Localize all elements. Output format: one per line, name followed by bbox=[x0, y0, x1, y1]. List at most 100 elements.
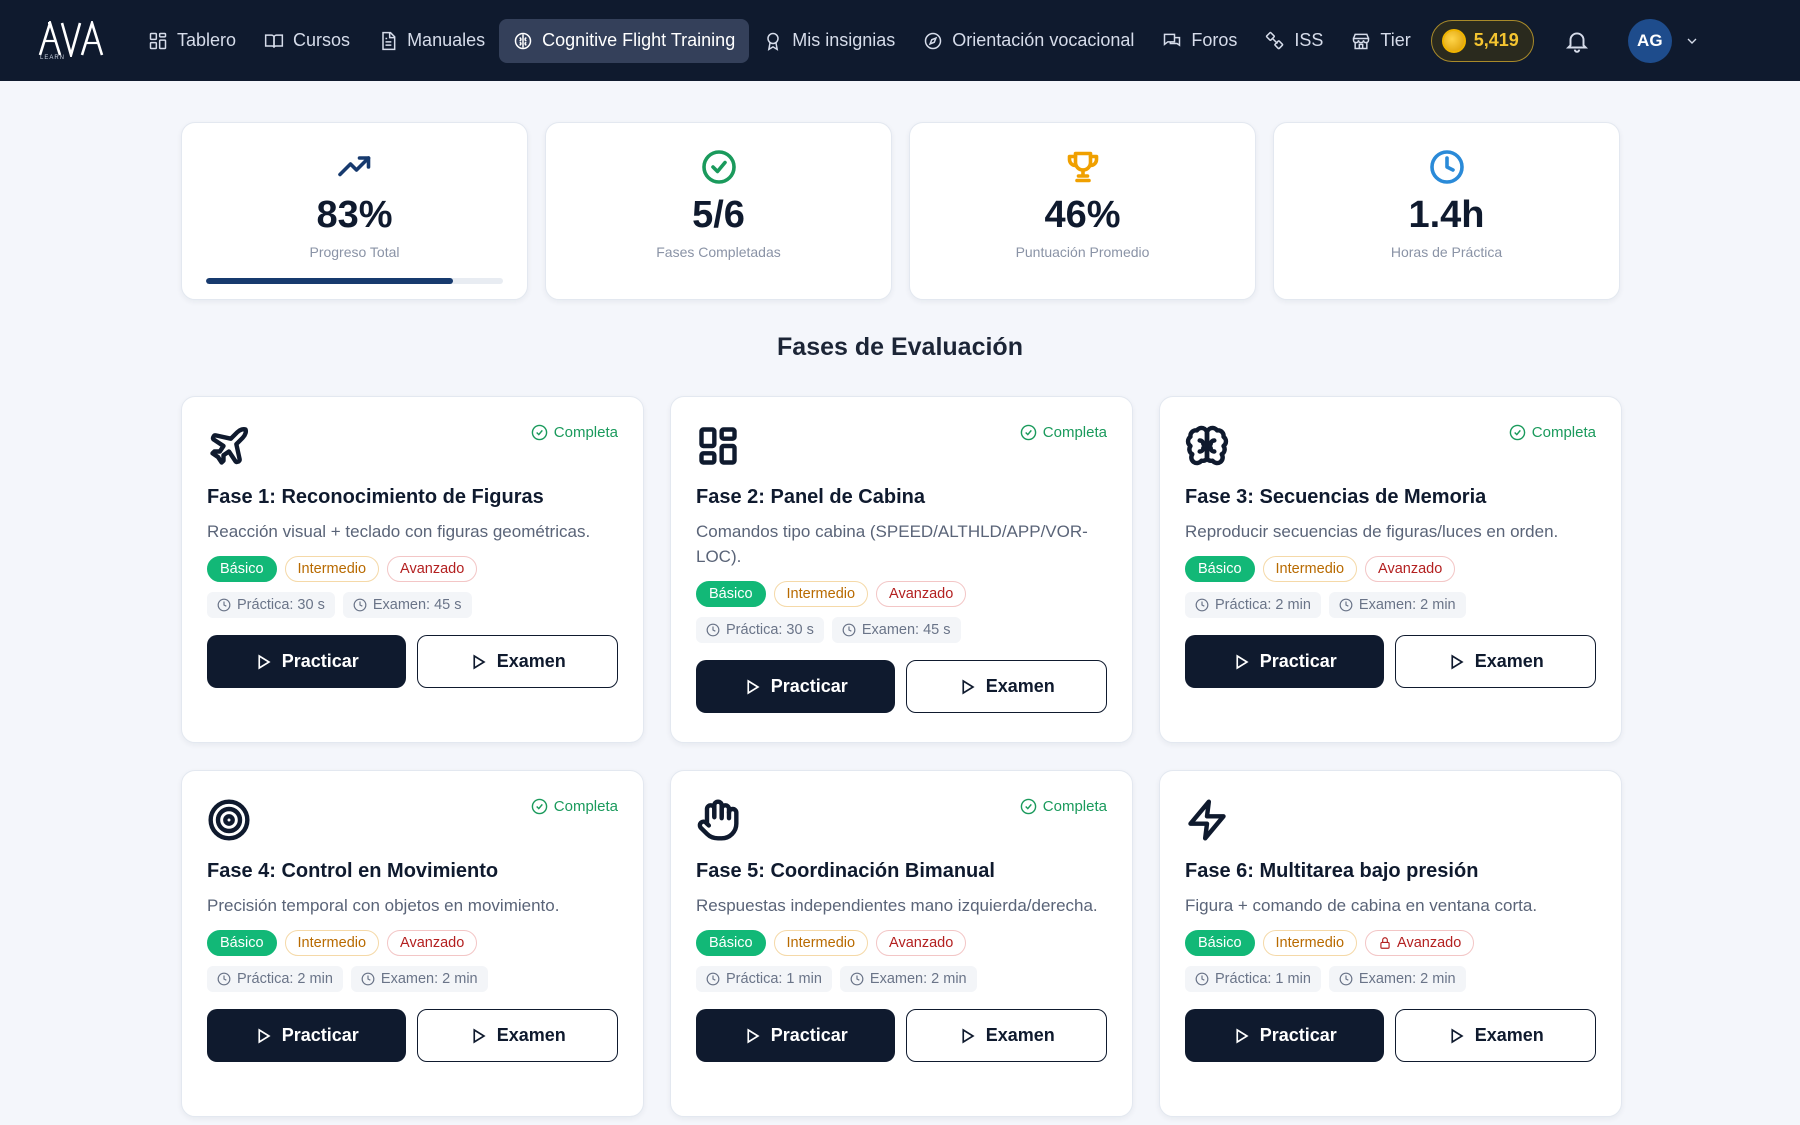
practice-button-label: Practicar bbox=[770, 1025, 848, 1045]
check-circle-icon bbox=[1509, 424, 1526, 441]
play-icon bbox=[1451, 654, 1464, 669]
stat-value: 46% bbox=[1044, 194, 1121, 236]
nav-item-cursos[interactable]: Cursos bbox=[250, 19, 364, 63]
avatar[interactable]: AG bbox=[1627, 18, 1672, 63]
level-basico[interactable]: Básico bbox=[207, 556, 277, 582]
logo[interactable]: LEARN bbox=[38, 20, 108, 61]
level-intermedio[interactable]: Intermedio bbox=[284, 930, 380, 956]
level-avanzado[interactable]: Avanzado bbox=[387, 930, 478, 956]
stat-card-progress: 83% Progreso Total bbox=[181, 122, 528, 300]
practice-button[interactable]: Practicar bbox=[207, 635, 406, 688]
exam-button-label: Examen bbox=[1474, 1025, 1544, 1045]
phase-card-1: Completa Fase 1: Reconocimiento de Figur… bbox=[181, 396, 644, 743]
logo-subtitle: LEARN bbox=[40, 54, 66, 61]
phase-card-4: Completa Fase 4: Control en Movimiento P… bbox=[181, 770, 644, 1117]
trending-up-icon bbox=[337, 149, 373, 190]
nav-item-foros[interactable]: Foros bbox=[1148, 19, 1251, 63]
level-basico[interactable]: Básico bbox=[696, 930, 766, 956]
exam-time-label: Examen: 45 s bbox=[372, 597, 462, 613]
level-basico[interactable]: Básico bbox=[207, 930, 277, 956]
exam-button-label: Examen bbox=[496, 1025, 566, 1045]
nav-item-manuales[interactable]: Manuales bbox=[364, 19, 499, 63]
nav-item-label: Tablero bbox=[177, 30, 237, 50]
level-intermedio[interactable]: Intermedio bbox=[1262, 556, 1358, 582]
notifications-button[interactable] bbox=[1564, 28, 1590, 54]
play-icon bbox=[473, 654, 486, 669]
nav-item-label: Orientación vocacional bbox=[952, 30, 1135, 50]
nav-item-label: ISS bbox=[1294, 30, 1324, 50]
clock-icon bbox=[353, 598, 367, 612]
level-intermedio[interactable]: Intermedio bbox=[1262, 930, 1358, 956]
practice-time: Práctica: 2 min bbox=[1185, 592, 1321, 618]
level-avanzado-locked[interactable]: Avanzado bbox=[1365, 930, 1475, 956]
nav-item-cognitive-flight-training[interactable]: Cognitive Flight Training bbox=[499, 18, 750, 63]
user-menu-toggle[interactable] bbox=[1684, 33, 1700, 49]
clock-icon bbox=[1339, 598, 1353, 612]
exam-button[interactable]: Examen bbox=[416, 635, 618, 688]
book-icon bbox=[264, 33, 284, 48]
exam-button[interactable]: Examen bbox=[416, 1009, 618, 1062]
stat-value: 83% bbox=[316, 194, 393, 236]
time-info: Práctica: 30 s Examen: 45 s bbox=[696, 617, 1107, 643]
level-avanzado[interactable]: Avanzado bbox=[876, 581, 967, 607]
nav-item-tier[interactable]: Tier bbox=[1337, 19, 1424, 63]
level-basico[interactable]: Básico bbox=[1185, 930, 1255, 956]
dashboard-icon bbox=[149, 32, 167, 49]
exam-time-label: Examen: 2 min bbox=[869, 971, 967, 987]
document-icon bbox=[382, 31, 396, 50]
practice-time-label: Práctica: 2 min bbox=[1215, 597, 1311, 613]
clock-icon bbox=[361, 972, 375, 986]
phase-card-6: Fase 6: Multitarea bajo presión Figura +… bbox=[1159, 770, 1622, 1117]
lock-icon bbox=[1380, 937, 1390, 949]
nav-item-iss[interactable]: ISS bbox=[1251, 19, 1337, 63]
store-icon bbox=[1353, 33, 1370, 49]
panel-grid-icon bbox=[696, 424, 740, 473]
time-info: Práctica: 30 s Examen: 45 s bbox=[207, 592, 618, 618]
practice-button[interactable]: Practicar bbox=[1185, 1009, 1384, 1062]
stat-card-score: 46% Puntuación Promedio bbox=[909, 122, 1256, 300]
play-icon bbox=[1236, 654, 1249, 669]
level-basico[interactable]: Básico bbox=[696, 581, 766, 607]
nav-item-tablero[interactable]: Tablero bbox=[134, 19, 250, 63]
play-icon bbox=[962, 1028, 975, 1043]
level-avanzado[interactable]: Avanzado bbox=[876, 930, 967, 956]
practice-time-label: Práctica: 30 s bbox=[726, 622, 814, 638]
level-tags: Básico Intermedio Avanzado bbox=[696, 930, 1107, 956]
practice-button[interactable]: Practicar bbox=[696, 1009, 895, 1062]
hand-icon bbox=[696, 798, 740, 847]
coin-icon bbox=[1441, 28, 1466, 53]
practice-button-label: Practicar bbox=[1259, 1025, 1337, 1045]
practice-button[interactable]: Practicar bbox=[207, 1009, 406, 1062]
level-avanzado[interactable]: Avanzado bbox=[1365, 556, 1456, 582]
practice-time: Práctica: 2 min bbox=[207, 966, 343, 992]
coin-balance[interactable]: 5,419 bbox=[1430, 19, 1534, 62]
level-intermedio[interactable]: Intermedio bbox=[773, 581, 869, 607]
status-label: Completa bbox=[1042, 798, 1107, 815]
practice-button[interactable]: Practicar bbox=[1185, 635, 1384, 688]
level-avanzado[interactable]: Avanzado bbox=[387, 556, 478, 582]
exam-button[interactable]: Examen bbox=[1394, 1009, 1596, 1062]
exam-button[interactable]: Examen bbox=[905, 660, 1107, 713]
phase-title: Fase 4: Control en Movimiento bbox=[207, 860, 499, 882]
phase-card-3: Completa Fase 3: Secuencias de Memoria R… bbox=[1159, 396, 1622, 743]
practice-time: Práctica: 30 s bbox=[207, 592, 335, 618]
phase-description: Precisión temporal con objetos en movimi… bbox=[207, 896, 560, 915]
nav-item-mis-insignias[interactable]: Mis insignias bbox=[749, 19, 909, 63]
phase-title: Fase 6: Multitarea bajo presión bbox=[1185, 860, 1479, 882]
exam-time-label: Examen: 45 s bbox=[861, 622, 951, 638]
phase-description: Reproducir secuencias de figuras/luces e… bbox=[1185, 522, 1559, 541]
level-intermedio[interactable]: Intermedio bbox=[773, 930, 869, 956]
clock-icon bbox=[1429, 149, 1465, 190]
nav-item-orientacion-vocacional[interactable]: Orientación vocacional bbox=[909, 19, 1148, 63]
level-basico[interactable]: Básico bbox=[1185, 556, 1255, 582]
practice-button-label: Practicar bbox=[281, 651, 359, 671]
check-circle-icon bbox=[1020, 424, 1037, 441]
phase-title: Fase 3: Secuencias de Memoria bbox=[1185, 486, 1487, 508]
exam-button[interactable]: Examen bbox=[1394, 635, 1596, 688]
practice-button[interactable]: Practicar bbox=[696, 660, 895, 713]
nav-item-label: Foros bbox=[1191, 30, 1238, 50]
progress-bar bbox=[206, 278, 503, 284]
exam-button[interactable]: Examen bbox=[905, 1009, 1107, 1062]
level-avanzado-label: Avanzado bbox=[1397, 935, 1462, 951]
level-intermedio[interactable]: Intermedio bbox=[284, 556, 380, 582]
